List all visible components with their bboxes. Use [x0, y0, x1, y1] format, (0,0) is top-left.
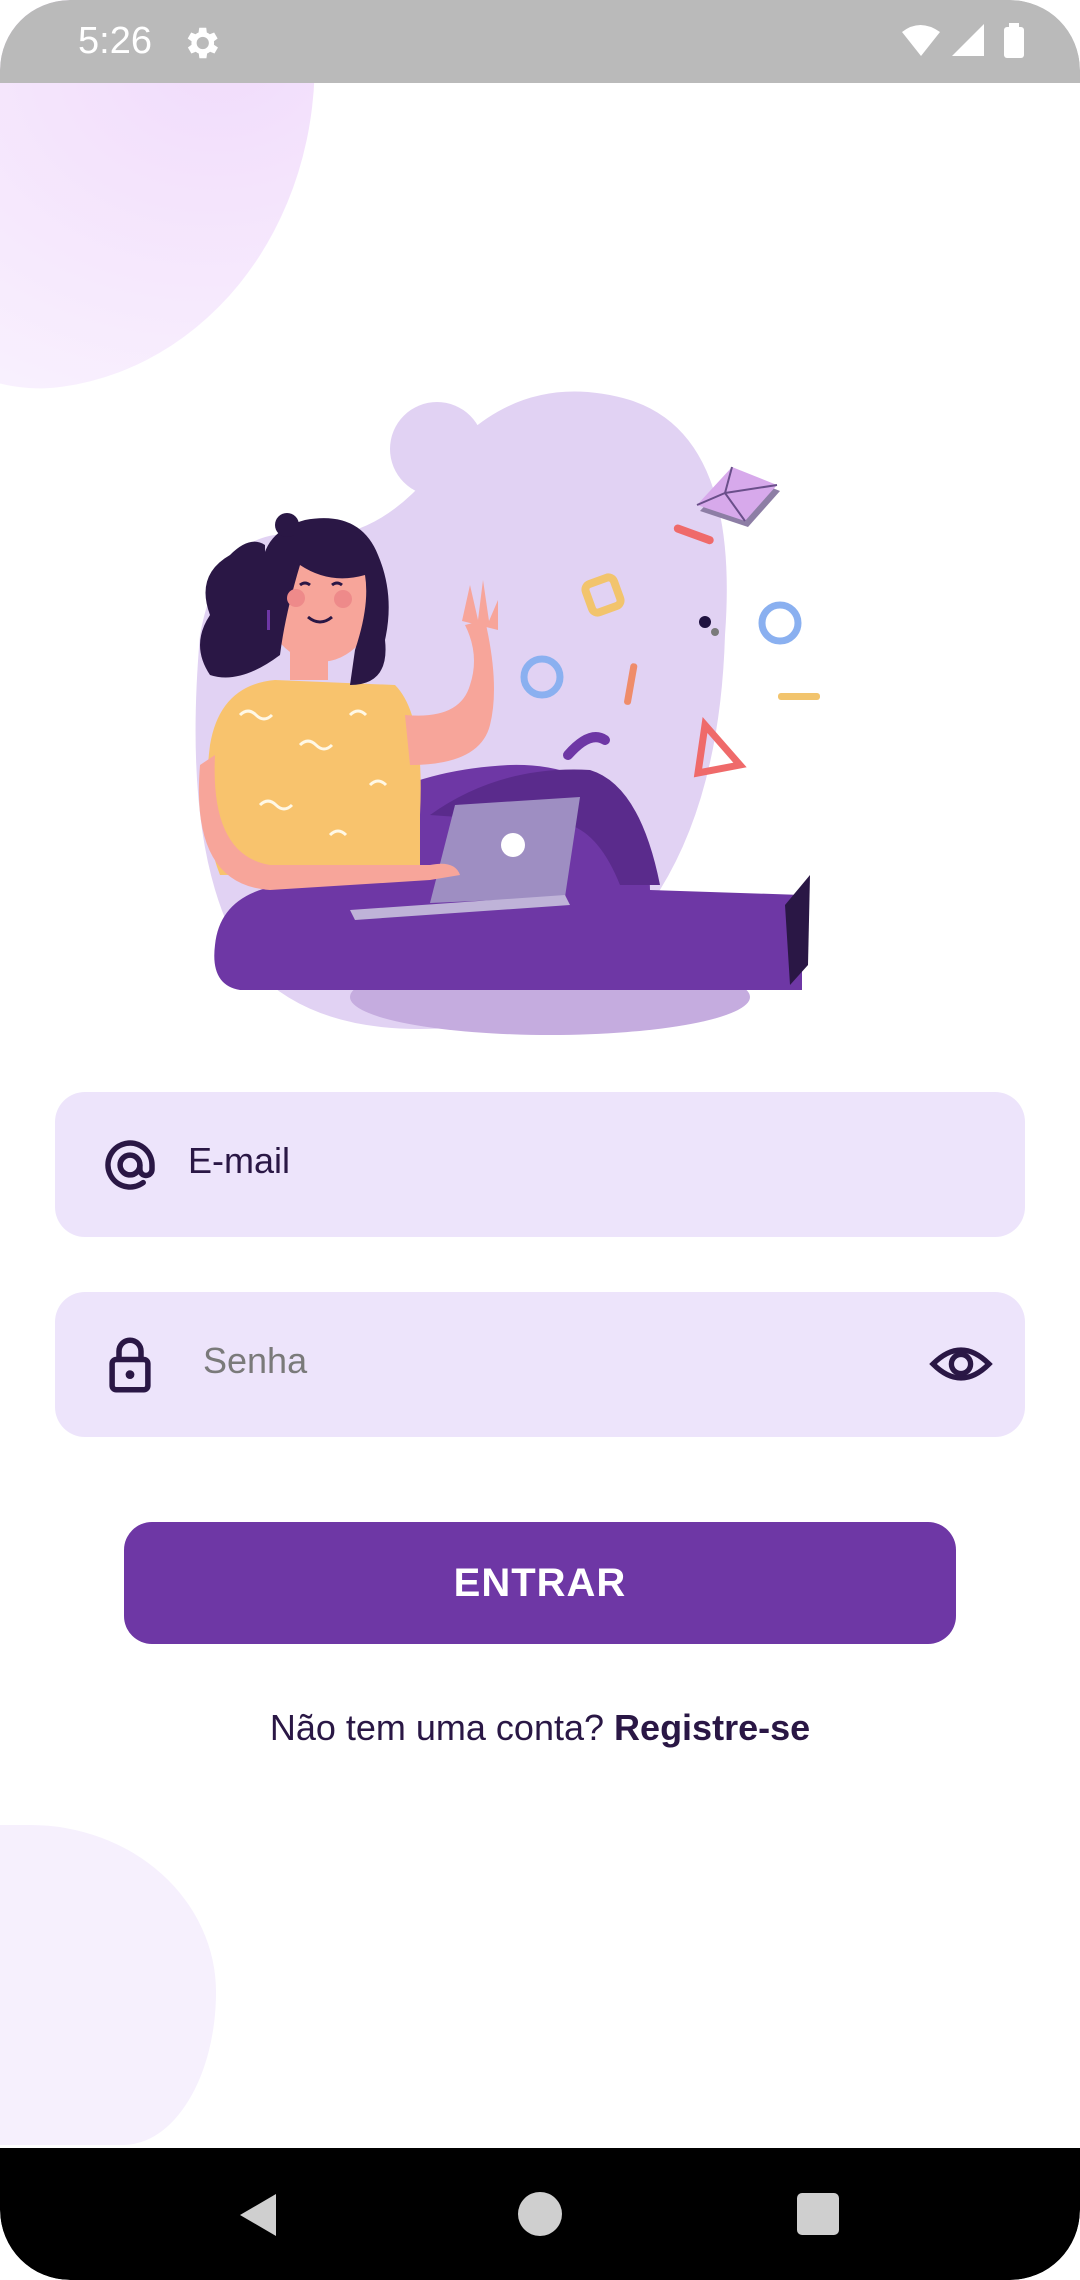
register-prompt: Não tem uma conta? Registre-se	[0, 1707, 1080, 1749]
status-time: 5:26	[78, 20, 152, 62]
lock-icon	[109, 1337, 151, 1393]
recents-icon[interactable]	[797, 2193, 839, 2235]
back-icon[interactable]	[236, 2192, 280, 2238]
password-input[interactable]: Senha	[203, 1340, 307, 1382]
gear-icon	[187, 27, 218, 59]
email-input[interactable]: E-mail	[188, 1140, 290, 1182]
login-illustration	[195, 391, 820, 1035]
signal-icon	[952, 24, 984, 56]
login-screen: 5:26 E-mail Senha ENTRAR Não tem uma con…	[0, 0, 1080, 2280]
wifi-icon	[902, 25, 940, 56]
password-field[interactable]: Senha	[55, 1292, 1025, 1437]
eye-icon[interactable]	[929, 1336, 993, 1392]
status-bar: 5:26	[0, 0, 1080, 83]
home-icon[interactable]	[518, 2192, 562, 2236]
battery-icon	[1004, 27, 1024, 58]
navigation-bar	[0, 2148, 1080, 2280]
register-link[interactable]: Registre-se	[614, 1707, 810, 1748]
decorative-blob-bottom	[0, 1825, 216, 2145]
enter-button[interactable]: ENTRAR	[124, 1522, 956, 1644]
at-sign-icon	[105, 1140, 155, 1190]
status-icons	[902, 23, 1024, 58]
email-field[interactable]: E-mail	[55, 1092, 1025, 1237]
register-prompt-text: Não tem uma conta?	[269, 1707, 605, 1748]
